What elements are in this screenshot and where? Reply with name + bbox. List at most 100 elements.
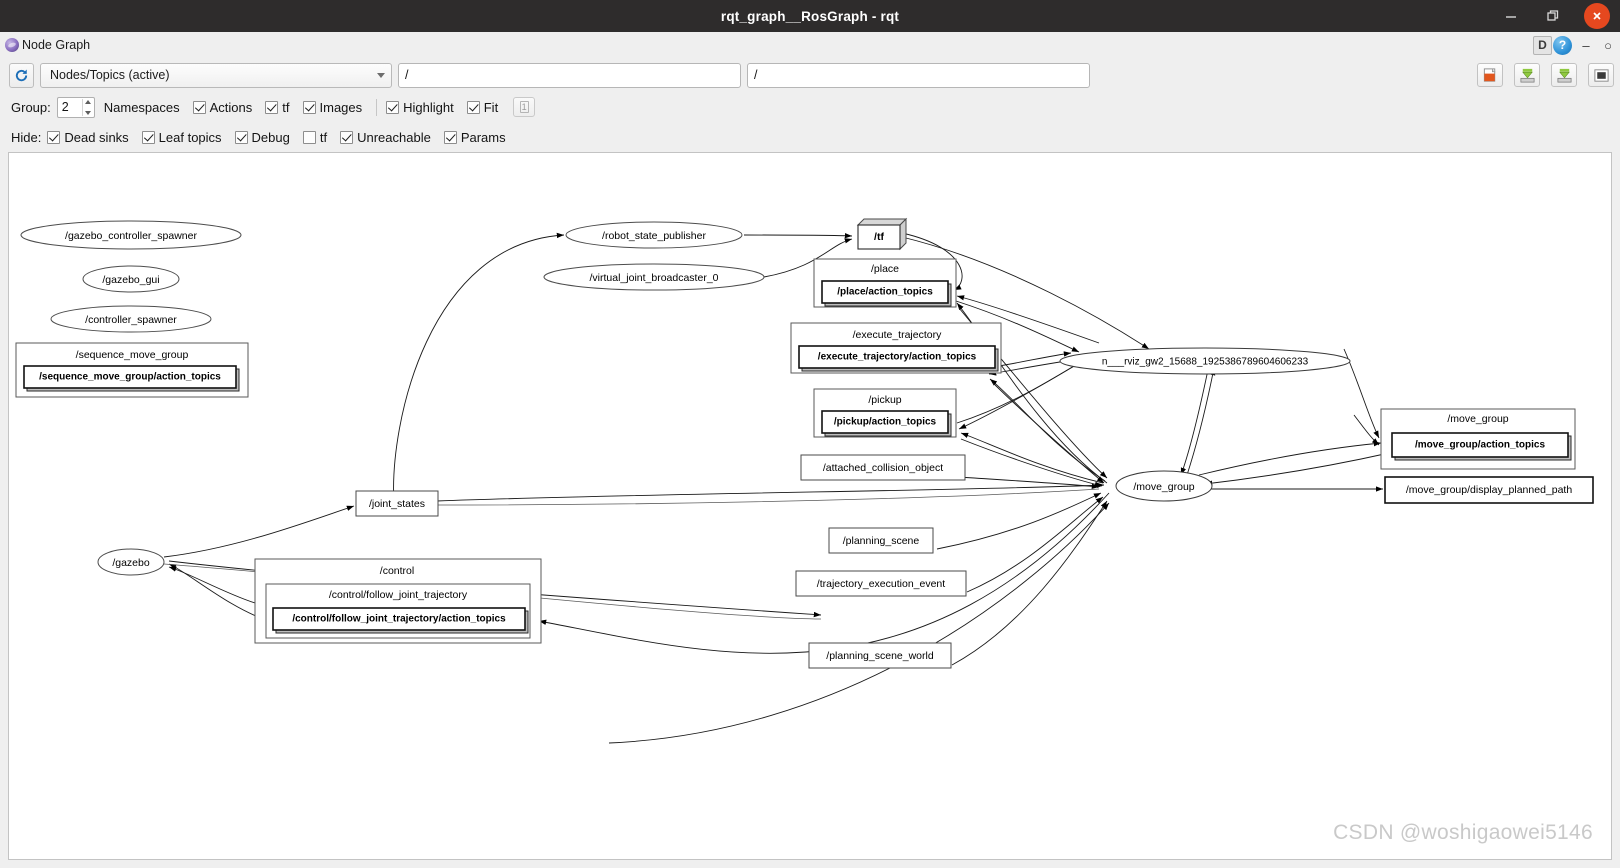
node-controller-spawner[interactable]: /controller_spawner <box>50 305 212 333</box>
checkmark-icon <box>192 100 206 114</box>
fit-in-view-button[interactable] <box>1588 63 1614 87</box>
tf-checkbox[interactable]: tf <box>265 99 290 115</box>
node-label: /sequence_move_group/action_topics <box>39 372 221 383</box>
dock-detach-button[interactable]: D <box>1533 35 1552 55</box>
node-label: /planning_scene_world <box>826 650 934 662</box>
node-tf[interactable]: /tf <box>856 217 908 251</box>
node-label: /gazebo <box>112 557 150 569</box>
cluster-control[interactable]: /control /control/follow_joint_trajector… <box>254 558 542 644</box>
cluster-place[interactable]: /place /place/action_topics <box>813 258 957 308</box>
save-image-button[interactable] <box>1551 63 1577 87</box>
hide-leaf-topics-label: Leaf topics <box>158 129 222 145</box>
node-label: /gazebo_controller_spawner <box>65 230 197 242</box>
graph-type-combobox[interactable]: Nodes/Topics (active) <box>40 62 392 88</box>
dock-close-button[interactable]: ○ <box>1600 35 1616 55</box>
actions-label: Actions <box>209 99 253 115</box>
cluster-move-group[interactable]: /move_group /move_group/action_topics <box>1380 408 1576 470</box>
cluster-label: /place <box>871 263 899 275</box>
checkmark-icon <box>141 130 155 144</box>
save-image-icon <box>1557 68 1571 82</box>
hide-tf-label: tf <box>319 129 328 145</box>
dock-header-buttons: D ? – ○ <box>1533 32 1616 58</box>
filter-exclude-input[interactable]: / <box>747 62 1090 88</box>
cluster-execute-trajectory[interactable]: /execute_trajectory /execute_trajectory/… <box>790 322 1002 374</box>
hide-debug-checkbox[interactable]: Debug <box>234 130 290 145</box>
group-spinbox[interactable]: 2 <box>56 96 95 118</box>
window-restore-button[interactable] <box>1532 0 1574 32</box>
hide-params-label: Params <box>460 129 506 145</box>
ros-graph-svg[interactable]: /gazebo_controller_spawner /gazebo_gui /… <box>9 153 1611 859</box>
cluster-sequence-move-group[interactable]: /sequence_move_group /sequence_move_grou… <box>15 342 249 398</box>
node-robot-state-publisher[interactable]: /robot_state_publisher <box>565 221 743 249</box>
hide-dead-sinks-label: Dead sinks <box>64 129 129 145</box>
refresh-icon <box>15 69 28 81</box>
checkmark-icon <box>234 130 248 144</box>
node-planning-scene[interactable]: /planning_scene <box>828 527 934 554</box>
cluster-label: /move_group <box>1447 413 1508 425</box>
node-label: /execute_trajectory/action_topics <box>818 352 977 363</box>
actions-checkbox[interactable]: Actions <box>192 99 253 115</box>
filter-include-value: / <box>405 68 409 82</box>
cluster-pickup[interactable]: /pickup /pickup/action_topics <box>813 388 957 438</box>
node-joint-states[interactable]: /joint_states <box>355 490 439 517</box>
node-gazebo[interactable]: /gazebo <box>97 548 165 576</box>
close-icon <box>1584 3 1610 29</box>
rqt-logo-icon <box>5 38 19 52</box>
window-minimize-button[interactable] <box>1490 0 1532 32</box>
save-dot-button[interactable] <box>1514 63 1540 87</box>
node-label: /pickup/action_topics <box>834 417 937 428</box>
hide-label: Hide: <box>11 129 42 145</box>
node-label: /gazebo_gui <box>102 274 159 286</box>
images-checkbox[interactable]: Images <box>302 99 363 115</box>
graph-toolbar: Nodes/Topics (active) / / <box>0 58 1620 92</box>
graph-type-value: Nodes/Topics (active) <box>50 68 170 82</box>
tf-label: tf <box>282 99 290 115</box>
cluster-label: /sequence_move_group <box>76 349 189 361</box>
fit-label: Fit <box>483 99 499 115</box>
highlight-label: Highlight <box>403 99 454 115</box>
node-label: /trajectory_execution_event <box>817 578 945 590</box>
hide-unreachable-checkbox[interactable]: Unreachable <box>340 130 431 145</box>
node-move-group-display-planned-path[interactable]: /move_group/display_planned_path <box>1384 476 1594 504</box>
checkmark-icon <box>340 130 354 144</box>
images-label: Images <box>319 99 363 115</box>
dock-minimize-button[interactable]: – <box>1578 35 1594 55</box>
checkmark-icon <box>302 100 316 114</box>
node-virtual-joint-broadcaster[interactable]: /virtual_joint_broadcaster_0 <box>543 263 765 291</box>
window-close-button[interactable] <box>1574 0 1620 32</box>
checkmark-icon <box>466 100 480 114</box>
hide-leaf-topics-checkbox[interactable]: Leaf topics <box>141 129 222 145</box>
highlight-checkbox[interactable]: Highlight <box>386 100 454 115</box>
node-attached-collision-object[interactable]: /attached_collision_object <box>800 454 966 481</box>
window-controls <box>1490 0 1620 32</box>
namespaces-label: Namespaces <box>103 99 180 115</box>
checkmark-icon <box>47 130 61 144</box>
node-rviz[interactable]: n___rviz_gw2_15688_1925386789604606233 <box>1059 347 1351 375</box>
node-gazebo-gui[interactable]: /gazebo_gui <box>82 265 180 293</box>
filter-include-input[interactable]: / <box>398 62 741 88</box>
load-dot-button[interactable] <box>1477 63 1503 87</box>
ros-graph-canvas[interactable]: /gazebo_controller_spawner /gazebo_gui /… <box>8 152 1612 860</box>
cluster-label: /control <box>380 565 414 577</box>
node-label: /tf <box>874 231 884 243</box>
node-trajectory-execution-event[interactable]: /trajectory_execution_event <box>795 570 967 597</box>
hide-params-checkbox[interactable]: Params <box>443 129 506 145</box>
node-label: /control/follow_joint_trajectory/action_… <box>292 614 506 625</box>
node-gazebo-controller-spawner[interactable]: /gazebo_controller_spawner <box>20 220 242 250</box>
spinner-arrows-icon[interactable] <box>81 98 93 116</box>
refresh-graph-button[interactable] <box>9 62 34 88</box>
chevron-down-icon <box>377 72 385 78</box>
group-value: 2 <box>61 100 69 114</box>
filter-exclude-value: / <box>754 68 758 82</box>
hide-tf-checkbox[interactable]: tf <box>302 129 328 145</box>
node-move-group[interactable]: /move_group <box>1115 470 1213 502</box>
fit-checkbox[interactable]: Fit <box>466 99 499 115</box>
hide-dead-sinks-checkbox[interactable]: Dead sinks <box>47 129 129 145</box>
folder-icon <box>1483 67 1495 82</box>
hide-options-row: Hide: Dead sinks Leaf topics Debug tf Un… <box>0 122 1620 152</box>
node-label: /joint_states <box>369 498 425 510</box>
node-planning-scene-world[interactable]: /planning_scene_world <box>808 642 952 669</box>
cluster-label: /pickup <box>868 394 901 406</box>
help-icon[interactable]: ? <box>1553 35 1572 55</box>
zoom-reset-button[interactable]: 1 <box>513 97 536 117</box>
